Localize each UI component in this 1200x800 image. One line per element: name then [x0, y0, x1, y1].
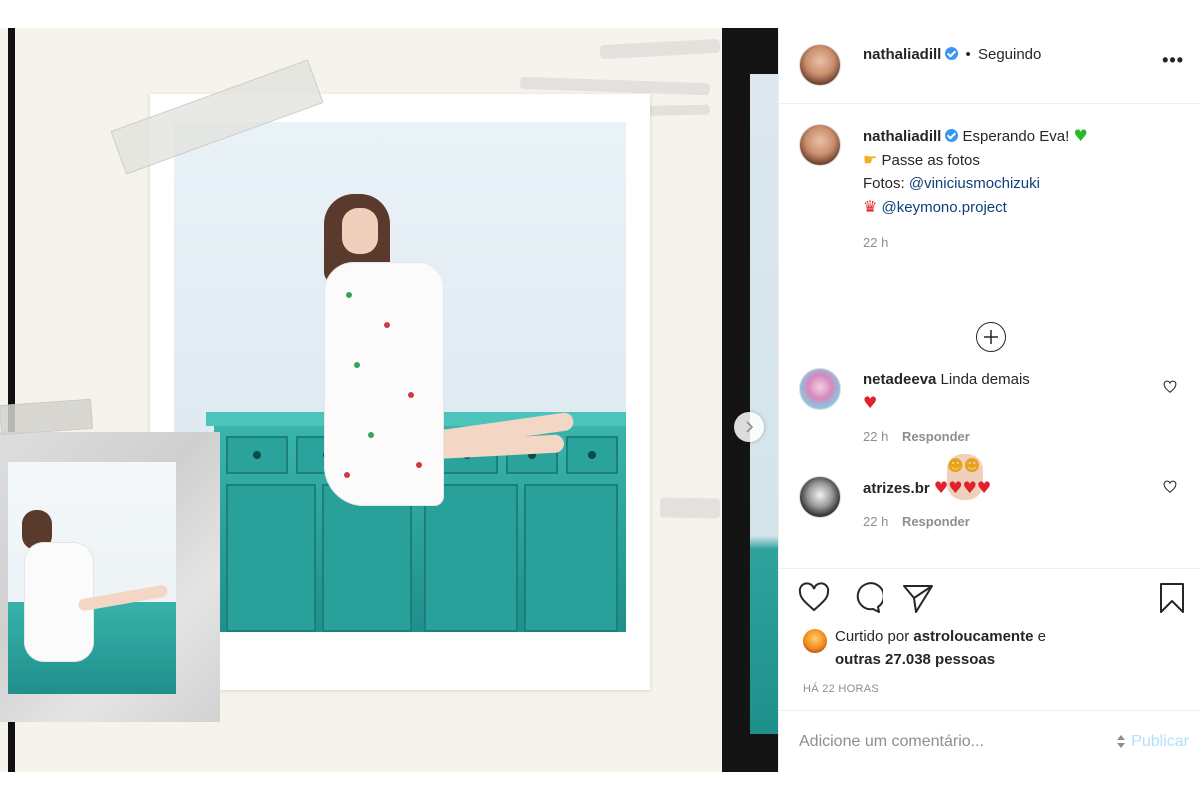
- caption-line-1: Esperando Eva!: [962, 128, 1070, 145]
- verified-badge-icon: [945, 47, 959, 60]
- tape-strip: [0, 398, 93, 436]
- plus-icon: [984, 330, 998, 344]
- heart-icon[interactable]: [1163, 480, 1177, 494]
- resize-handle-icon: [1115, 734, 1127, 750]
- red-heart-emoji: ♥: [863, 393, 878, 412]
- liked-by-connector: e: [1037, 628, 1046, 645]
- liker-username[interactable]: astroloucamente: [913, 628, 1033, 645]
- comment-input[interactable]: [799, 729, 1089, 755]
- liked-by-summary: Curtido por astroloucamente e outras 27.…: [803, 625, 1133, 671]
- verified-badge-icon: [945, 129, 959, 142]
- small-photo: [8, 462, 176, 694]
- main-polaroid-frame: [150, 94, 650, 690]
- author-avatar[interactable]: [799, 44, 841, 86]
- separator: •: [965, 46, 971, 63]
- next-slide-preview: [722, 28, 778, 772]
- reply-button[interactable]: Responder: [902, 514, 970, 529]
- brush-stroke: [659, 497, 721, 519]
- commenter-avatar[interactable]: [799, 476, 841, 518]
- caption-time[interactable]: 22 h: [863, 235, 888, 250]
- publish-label: Publicar: [1131, 733, 1189, 750]
- brush-stroke: [519, 76, 711, 96]
- follow-status-button[interactable]: Seguindo: [978, 46, 1041, 63]
- post-timestamp[interactable]: HÁ 22 HORAS: [803, 683, 879, 695]
- like-heart-icon[interactable]: [797, 581, 831, 615]
- caption: nathaliadill Esperando Eva! ♥ ☛ Passe as…: [779, 124, 1200, 264]
- caption-line-2: Passe as fotos: [881, 152, 980, 169]
- likes-count-link[interactable]: outras 27.038 pessoas: [835, 651, 995, 668]
- green-heart-emoji: ♥: [1073, 126, 1088, 145]
- share-paper-plane-icon[interactable]: [901, 581, 935, 615]
- commenter-username[interactable]: atrizes.br: [863, 480, 930, 497]
- save-bookmark-icon[interactable]: [1155, 581, 1189, 615]
- comment-item: netadeeva Linda demais ☻☻ ♥ 22 h Respond…: [779, 368, 1200, 500]
- comment-time[interactable]: 22 h: [863, 429, 888, 444]
- liked-by-prefix: Curtido por: [835, 628, 910, 645]
- post-actions: Curtido por astroloucamente e outras 27.…: [779, 568, 1200, 720]
- comment-item: atrizes.br ♥♥♥♥ 22 h Responder: [779, 476, 1200, 529]
- next-photo-button[interactable]: [734, 412, 764, 442]
- comment-icon[interactable]: [849, 581, 883, 615]
- reply-button[interactable]: Responder: [902, 429, 970, 444]
- post-header: nathaliadill • Seguindo •••: [779, 28, 1200, 104]
- heart-icon[interactable]: [1163, 380, 1177, 394]
- post-sidebar: nathaliadill • Seguindo ••• nathaliadill…: [778, 28, 1200, 772]
- photographer-mention-link[interactable]: @viniciusmochizuki: [909, 175, 1040, 192]
- more-options-button[interactable]: •••: [1162, 50, 1184, 71]
- post-media[interactable]: [0, 28, 778, 772]
- add-comment-bar: Publicar: [779, 710, 1200, 772]
- commenter-username[interactable]: netadeeva: [863, 371, 936, 388]
- comment-text: Linda demais: [940, 371, 1030, 388]
- author-username[interactable]: nathaliadill: [863, 46, 941, 63]
- comments-list: nathaliadill Esperando Eva! ♥ ☛ Passe as…: [779, 124, 1200, 529]
- caption-author-avatar[interactable]: [799, 124, 841, 166]
- brush-stroke: [599, 38, 721, 60]
- small-polaroid-frame: [0, 432, 220, 722]
- liker-avatar[interactable]: [803, 629, 827, 653]
- commenter-avatar[interactable]: [799, 368, 841, 410]
- brand-mention-link[interactable]: @keymono.project: [882, 199, 1007, 216]
- main-photo: [174, 122, 626, 632]
- red-hearts-emoji: ♥♥♥♥: [933, 478, 992, 497]
- publish-button[interactable]: Publicar: [1115, 733, 1189, 751]
- caption-line-3-prefix: Fotos:: [863, 175, 905, 192]
- caption-username[interactable]: nathaliadill: [863, 128, 941, 145]
- chevron-right-icon: [746, 421, 754, 433]
- plus-circle-icon[interactable]: [976, 322, 1006, 352]
- pointing-hand-emoji: ☛: [863, 150, 878, 169]
- dress-emoji: ♛: [863, 197, 878, 216]
- comment-time[interactable]: 22 h: [863, 514, 888, 529]
